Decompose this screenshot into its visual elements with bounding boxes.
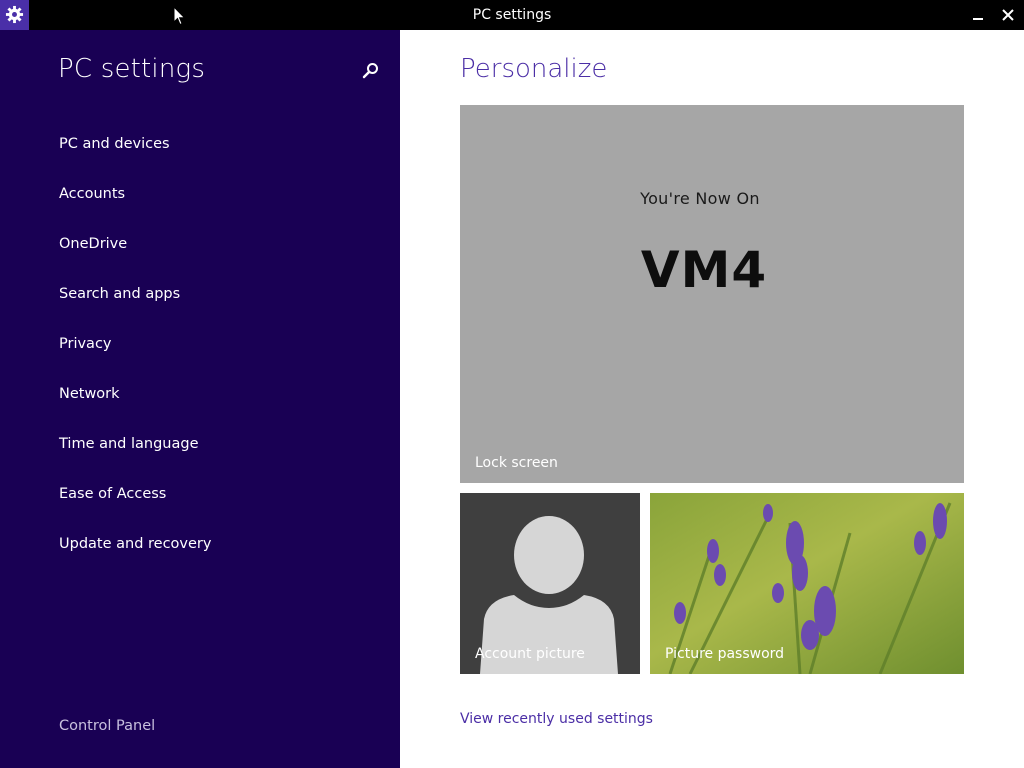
mouse-cursor-icon xyxy=(173,6,186,26)
close-icon xyxy=(1002,9,1014,21)
nav-item-search-and-apps[interactable]: Search and apps xyxy=(59,284,211,334)
nav-item-update-and-recovery[interactable]: Update and recovery xyxy=(59,534,211,584)
lock-screen-text-line1: You're Now On xyxy=(640,189,760,208)
picture-password-label: Picture password xyxy=(665,646,785,662)
navigation-pane: PC settings PC and devices Accounts OneD… xyxy=(0,30,400,768)
search-icon[interactable] xyxy=(362,62,380,80)
account-picture-tile[interactable]: Account picture xyxy=(460,493,640,674)
lock-screen-tile[interactable]: You're Now On VM4 Lock screen xyxy=(460,105,964,483)
minimize-button[interactable] xyxy=(962,0,994,30)
minimize-icon xyxy=(973,18,983,20)
page-title: Personalize xyxy=(460,54,608,84)
nav-item-accounts[interactable]: Accounts xyxy=(59,184,211,234)
nav-item-time-and-language[interactable]: Time and language xyxy=(59,434,211,484)
title-bar: PC settings xyxy=(0,0,1024,30)
control-panel-link[interactable]: Control Panel xyxy=(59,718,155,734)
nav-item-ease-of-access[interactable]: Ease of Access xyxy=(59,484,211,534)
nav-list: PC and devices Accounts OneDrive Search … xyxy=(59,134,211,584)
nav-item-network[interactable]: Network xyxy=(59,384,211,434)
content-pane: Personalize You're Now On VM4 Lock scree… xyxy=(400,30,1024,768)
lock-screen-text-line2: VM4 xyxy=(640,241,768,299)
close-button[interactable] xyxy=(992,0,1024,30)
nav-title: PC settings xyxy=(58,54,206,84)
account-picture-label: Account picture xyxy=(475,646,585,662)
view-recent-settings-link[interactable]: View recently used settings xyxy=(460,711,653,727)
window-title: PC settings xyxy=(472,7,552,23)
nav-item-privacy[interactable]: Privacy xyxy=(59,334,211,384)
nav-item-onedrive[interactable]: OneDrive xyxy=(59,234,211,284)
picture-password-tile[interactable]: Picture password xyxy=(650,493,964,674)
nav-item-pc-and-devices[interactable]: PC and devices xyxy=(59,134,211,184)
lock-screen-label: Lock screen xyxy=(475,455,558,471)
